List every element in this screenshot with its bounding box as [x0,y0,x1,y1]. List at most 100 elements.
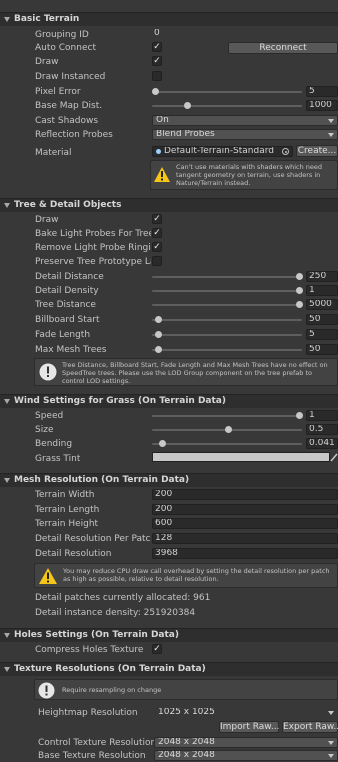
material-object-field[interactable]: Default-Terrain-Standard [152,146,293,157]
chevron-down-icon [328,119,334,123]
warning-icon [39,568,57,584]
remove-light-probe-ringing-checkbox[interactable]: ✓ [152,242,162,252]
fade-length-slider-track[interactable] [152,334,302,336]
billboard-start-slider-track[interactable] [152,319,302,321]
picker-dot-icon [284,150,287,153]
tree-distance-slider-track[interactable] [152,304,302,306]
section-holes[interactable]: Holes Settings (On Terrain Data) [0,628,338,642]
compress-holes-checkbox[interactable]: ✓ [152,644,162,654]
heightmap-resolution-value: 1025 x 1025 [158,707,215,717]
detail-resolution-field[interactable]: 3968 [152,548,338,559]
detail-distance-label: Detail Distance [35,272,104,282]
chevron-down-icon [328,754,334,758]
section-title: Holes Settings (On Terrain Data) [14,630,179,640]
bake-light-probes-checkbox[interactable]: ✓ [152,228,162,238]
wind-bending-field[interactable]: 0.041 [306,438,338,449]
fade-length-field[interactable]: 5 [306,329,338,340]
section-basic-terrain[interactable]: Basic Terrain [0,12,338,26]
section-texture-resolutions[interactable]: Texture Resolutions (On Terrain Data) [0,662,338,676]
mesh-warning-text: You may reduce CPU draw call overhead by… [63,567,330,583]
material-warning-helpbox: Can't use materials with shaders which n… [150,160,338,190]
foldout-arrow-icon[interactable] [4,665,12,673]
base-texture-label: Base Texture Resolution [38,751,146,761]
preserve-tree-prototype-checkbox[interactable] [152,256,162,266]
heightmap-resolution-dropdown[interactable]: 1025 x 1025 [154,707,338,718]
foldout-arrow-icon[interactable] [4,631,12,639]
pixel-error-slider-track[interactable] [152,91,302,93]
pixel-error-slider-thumb[interactable] [152,88,159,95]
create-material-button[interactable]: Create... [296,145,338,157]
base-map-dist-slider-track[interactable] [152,105,302,107]
export-raw-button[interactable]: Export Raw... [282,721,338,733]
section-title: Tree & Detail Objects [14,200,122,210]
tree-distance-field[interactable]: 5000 [306,299,338,310]
max-mesh-trees-slider-track[interactable] [152,349,302,351]
detail-distance-slider-track[interactable] [152,276,302,278]
base-map-dist-label: Base Map Dist. [35,101,103,111]
max-mesh-trees-field[interactable]: 50 [306,344,338,355]
detail-patches-text: Detail patches currently allocated: 961 [35,593,211,603]
detail-density-label: Detail Density [35,286,99,296]
wind-size-slider-thumb[interactable] [225,426,232,433]
billboard-start-field[interactable]: 50 [306,314,338,325]
grass-tint-color-swatch[interactable] [152,452,330,462]
base-map-dist-slider-thumb[interactable] [184,102,191,109]
wind-bending-label: Bending [35,439,73,449]
wind-speed-slider-track[interactable] [152,415,302,417]
pixel-error-field[interactable]: 5 [306,86,338,97]
foldout-arrow-icon[interactable] [4,476,12,484]
import-raw-button[interactable]: Import Raw... [219,721,279,733]
tree-distance-slider-thumb[interactable] [296,301,303,308]
tree-draw-checkbox[interactable]: ✓ [152,214,162,224]
chevron-down-icon [328,741,334,745]
section-title: Mesh Resolution (On Terrain Data) [14,475,190,485]
detail-density-slider-thumb[interactable] [296,287,303,294]
detail-density-slider-track[interactable] [152,290,302,292]
wind-speed-field[interactable]: 1 [306,410,338,421]
draw-instanced-checkbox[interactable] [152,71,162,81]
reconnect-button[interactable]: Reconnect [228,42,338,54]
reflection-probes-label: Reflection Probes [35,130,113,140]
object-picker-icon[interactable] [282,148,289,155]
wind-size-field[interactable]: 0.5 [306,424,338,435]
tree-info-helpbox: Tree Distance, Billboard Start, Fade Len… [34,358,338,386]
auto-connect-checkbox[interactable]: ✓ [152,42,162,52]
tree-info-text: Tree Distance, Billboard Start, Fade Len… [62,361,328,385]
max-mesh-trees-slider-thumb[interactable] [155,346,162,353]
control-texture-dropdown[interactable]: 2048 x 2048 [154,737,338,748]
eyedropper-icon[interactable] [330,452,338,462]
draw-checkbox[interactable]: ✓ [152,56,162,66]
section-mesh-resolution[interactable]: Mesh Resolution (On Terrain Data) [0,473,338,487]
reflection-probes-dropdown[interactable]: Blend Probes [152,129,338,140]
terrain-height-field[interactable]: 600 [152,518,338,529]
base-texture-dropdown[interactable]: 2048 x 2048 [154,750,338,761]
texture-info-text: Require resampling on change [62,686,162,694]
section-wind[interactable]: Wind Settings for Grass (On Terrain Data… [0,394,338,408]
grouping-id-field[interactable]: 0 [152,29,338,40]
billboard-start-slider-thumb[interactable] [155,316,162,323]
foldout-arrow-icon[interactable] [4,15,12,23]
foldout-arrow-icon[interactable] [4,201,12,209]
cast-shadows-label: Cast Shadows [35,116,99,126]
detail-density-field[interactable]: 1 [306,285,338,296]
terrain-length-field[interactable]: 200 [152,504,338,515]
wind-bending-slider-thumb[interactable] [159,440,166,447]
section-tree-detail[interactable]: Tree & Detail Objects [0,198,338,212]
detail-resolution-label: Detail Resolution [35,549,112,559]
detail-resolution-per-patch-field[interactable]: 128 [152,533,338,544]
draw-instanced-label: Draw Instanced [35,72,106,82]
base-map-dist-field[interactable]: 1000 [306,100,338,111]
cast-shadows-value: On [156,115,169,125]
mesh-warning-helpbox: You may reduce CPU draw call overhead by… [34,563,338,588]
wind-speed-slider-thumb[interactable] [296,412,303,419]
detail-resolution-per-patch-label: Detail Resolution Per Patch [35,534,151,544]
detail-distance-slider-thumb[interactable] [296,273,303,280]
terrain-width-field[interactable]: 200 [152,489,338,500]
detail-distance-field[interactable]: 250 [306,271,338,282]
foldout-arrow-icon[interactable] [4,397,12,405]
wind-bending-slider-track[interactable] [152,443,302,445]
fade-length-label: Fade Length [35,330,91,340]
max-mesh-trees-label: Max Mesh Trees [35,345,107,355]
fade-length-slider-thumb[interactable] [155,331,162,338]
cast-shadows-dropdown[interactable]: On [152,115,338,126]
